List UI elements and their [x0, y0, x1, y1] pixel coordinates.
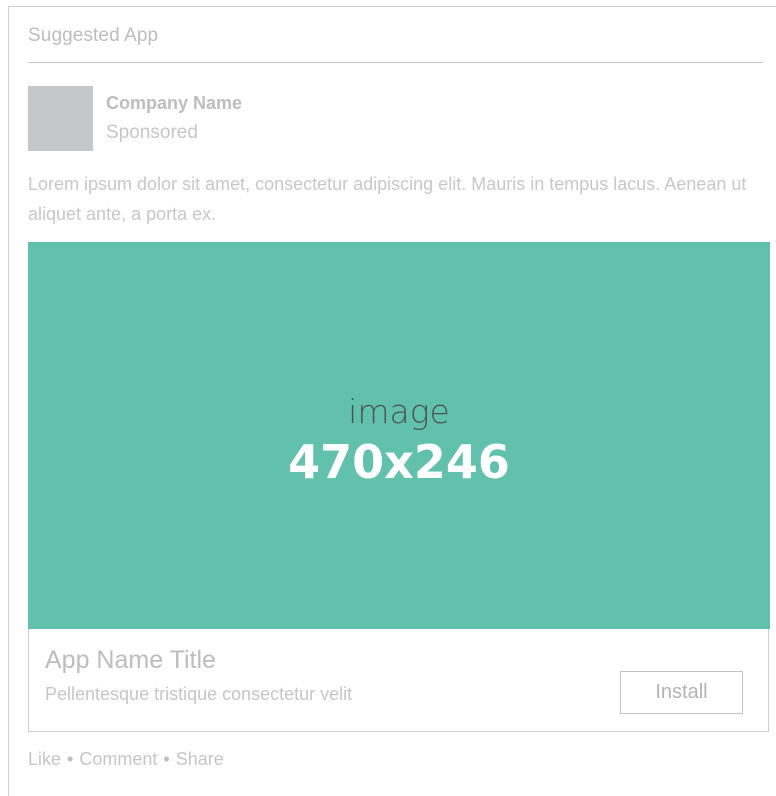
app-description: Pellentesque tristique consectetur velit — [45, 684, 353, 704]
card-header: Suggested App — [28, 25, 763, 63]
action-separator: • — [163, 749, 170, 769]
share-link[interactable]: Share — [176, 749, 224, 770]
post-body-text: Lorem ipsum dolor sit amet, consectetur … — [28, 174, 747, 224]
company-name[interactable]: Company Name — [106, 93, 242, 114]
ad-image-placeholder[interactable]: image 470x246 — [28, 242, 770, 629]
comment-link[interactable]: Comment — [79, 749, 157, 770]
like-link[interactable]: Like — [28, 749, 61, 770]
app-name-title[interactable]: App Name Title — [45, 646, 216, 675]
post-actions-bar: Like • Comment • Share — [28, 749, 224, 770]
action-separator: • — [67, 749, 74, 769]
app-ad-block: image 470x246 App Name Title Pellentesqu… — [28, 242, 770, 732]
install-button[interactable]: Install — [620, 671, 743, 714]
company-avatar[interactable] — [28, 86, 93, 151]
image-placeholder-label: image — [348, 392, 450, 431]
sponsored-label: Sponsored — [106, 122, 198, 143]
suggested-app-card: Suggested App Company Name Sponsored Lor… — [8, 6, 776, 796]
image-placeholder-size: 470x246 — [288, 435, 510, 489]
